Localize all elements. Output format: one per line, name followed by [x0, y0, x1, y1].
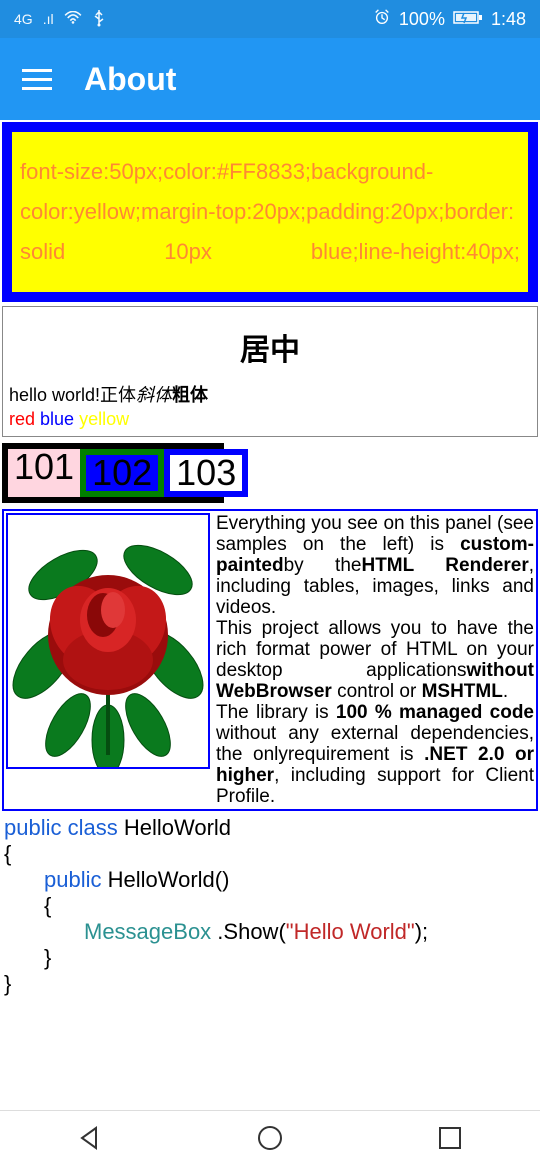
usb-icon: [92, 9, 106, 30]
blue-text: blue: [40, 409, 74, 429]
wifi-icon: [64, 11, 82, 28]
number-strip: 101 102 103: [2, 443, 224, 503]
signal-icon: .ıl: [43, 11, 54, 27]
centered-heading: 居中: [9, 325, 531, 369]
num-102: 102: [80, 449, 164, 497]
battery-icon: [453, 9, 483, 30]
code-sample: public class HelloWorld { public HelloWo…: [2, 813, 538, 999]
color-line: red blue yellow: [9, 409, 531, 430]
style-demo-box: font-size:50px;color:#FF8833;background-…: [2, 122, 538, 302]
menu-icon[interactable]: [22, 69, 52, 90]
yellow-text: yellow: [79, 409, 129, 429]
status-bar: 4G .ıl 100% 1:48: [0, 0, 540, 38]
info-panel: Everything you see on this panel (see sa…: [2, 509, 538, 811]
hello-italic: 斜体: [136, 385, 172, 405]
back-button[interactable]: [76, 1124, 104, 1157]
rose-image: [6, 513, 210, 769]
num-101: 101: [8, 449, 80, 497]
nav-bar: [0, 1110, 540, 1170]
recent-button[interactable]: [436, 1124, 464, 1157]
num-103: 103: [164, 449, 248, 497]
home-button[interactable]: [256, 1124, 284, 1157]
info-text: Everything you see on this panel (see sa…: [212, 511, 536, 809]
hello-plain: hello world!正体: [9, 385, 136, 405]
hello-bold: 粗体: [172, 385, 208, 405]
text-demo-box: 居中 hello world!正体斜体粗体 red blue yellow: [2, 306, 538, 437]
app-bar: About: [0, 38, 540, 120]
battery-pct: 100%: [399, 9, 445, 30]
signal-text: 4G: [14, 11, 33, 27]
status-left: 4G .ıl: [14, 9, 106, 30]
red-text: red: [9, 409, 35, 429]
alarm-icon: [373, 8, 391, 31]
clock-text: 1:48: [491, 9, 526, 30]
content-area: font-size:50px;color:#FF8833;background-…: [0, 122, 540, 999]
status-right: 100% 1:48: [373, 8, 526, 31]
page-title: About: [84, 61, 176, 98]
hello-line: hello world!正体斜体粗体: [9, 381, 531, 407]
